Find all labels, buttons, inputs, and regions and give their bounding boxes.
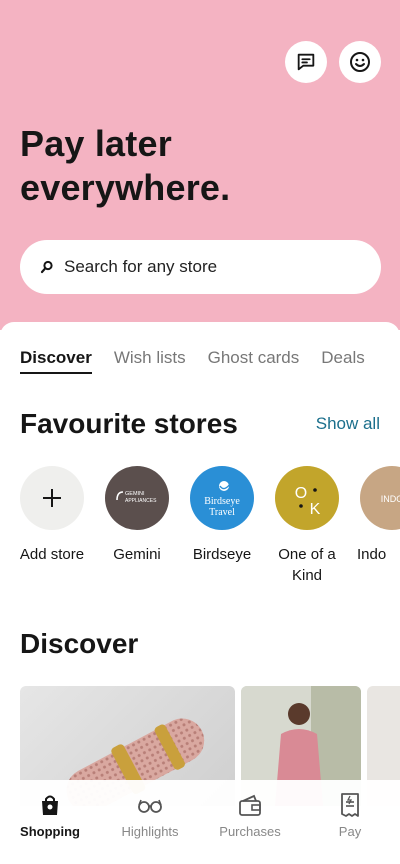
tab-ghost-cards[interactable]: Ghost cards [208,348,300,374]
nav-pay[interactable]: Pay [300,780,400,864]
nav-label: Highlights [121,824,179,839]
store-name: Add store [19,546,85,563]
svg-text:Travel: Travel [209,507,235,518]
indo-logo: INDO [360,466,400,530]
nav-label: Shopping [20,824,80,839]
favourite-stores-list: Add store GEMINI APPLIANCES Gemini Birds… [17,466,400,586]
wallet-icon [239,794,261,816]
hero-title-line1: Pay later [20,123,172,164]
nav-shopping[interactable]: Shopping [0,780,100,864]
store-name: Gemini [113,546,161,563]
chat-button[interactable] [285,41,327,83]
receipt-icon [341,793,359,817]
smiley-icon [350,52,370,72]
shopping-bag-icon [42,795,58,815]
show-all-link[interactable]: Show all [316,414,380,434]
nav-highlights[interactable]: Highlights [100,780,200,864]
ok-logo-mark: O K [295,485,321,518]
nav-purchases[interactable]: Purchases [200,780,300,864]
svg-text:O: O [295,485,307,502]
store-indo[interactable]: INDO Indo [357,466,400,586]
glasses-icon [138,799,162,813]
store-name: One of a Kind [278,546,336,584]
profile-button[interactable] [339,41,381,83]
search-input[interactable] [64,257,354,277]
tab-deals[interactable]: Deals [321,348,364,374]
discover-header: Discover [20,628,380,660]
svg-text:APPLIANCES: APPLIANCES [125,498,157,504]
store-name: Birdseye [192,546,252,563]
chat-icon [297,53,315,71]
gemini-logo: GEMINI APPLIANCES [105,466,169,530]
store-gemini[interactable]: GEMINI APPLIANCES Gemini [102,466,172,586]
favourites-header: Favourite stores Show all [20,408,380,440]
nav-label: Pay [338,824,362,839]
nav-label: Purchases [219,824,281,839]
birdseye-logo-mark: Birdseye Travel [204,481,240,518]
bottom-navigation: Shopping Highlights Purchases Pay [0,780,400,864]
svg-text:INDO: INDO [381,494,400,504]
hero-title-line2: everywhere. [20,167,231,208]
gemini-logo-mark: GEMINI APPLIANCES [116,491,157,504]
store-birdseye[interactable]: Birdseye Travel Birdseye [187,466,257,586]
tab-discover[interactable]: Discover [20,348,92,374]
indo-logo-mark: INDO [381,494,400,504]
one-of-a-kind-logo: O K [275,466,339,530]
svg-text:K: K [310,501,321,518]
store-name: Indo [357,546,387,563]
tab-bar: Discover Wish lists Ghost cards Deals [20,348,365,374]
add-store-button[interactable] [20,466,84,530]
hero-title: Pay later everywhere. [20,122,230,210]
svg-text:GEMINI: GEMINI [125,491,145,497]
favourites-title: Favourite stores [20,408,238,439]
hero-actions [285,41,381,83]
tab-wish-lists[interactable]: Wish lists [114,348,186,374]
search-icon [40,260,53,274]
search-bar[interactable] [20,240,381,294]
hero-banner: Pay later everywhere. [0,0,400,330]
svg-text:Birdseye: Birdseye [204,496,240,507]
birdseye-logo: Birdseye Travel [190,466,254,530]
store-add[interactable]: Add store [17,466,87,586]
plus-icon [43,489,61,507]
store-one-of-a-kind[interactable]: O K One of a Kind [272,466,342,586]
discover-title: Discover [20,628,139,659]
